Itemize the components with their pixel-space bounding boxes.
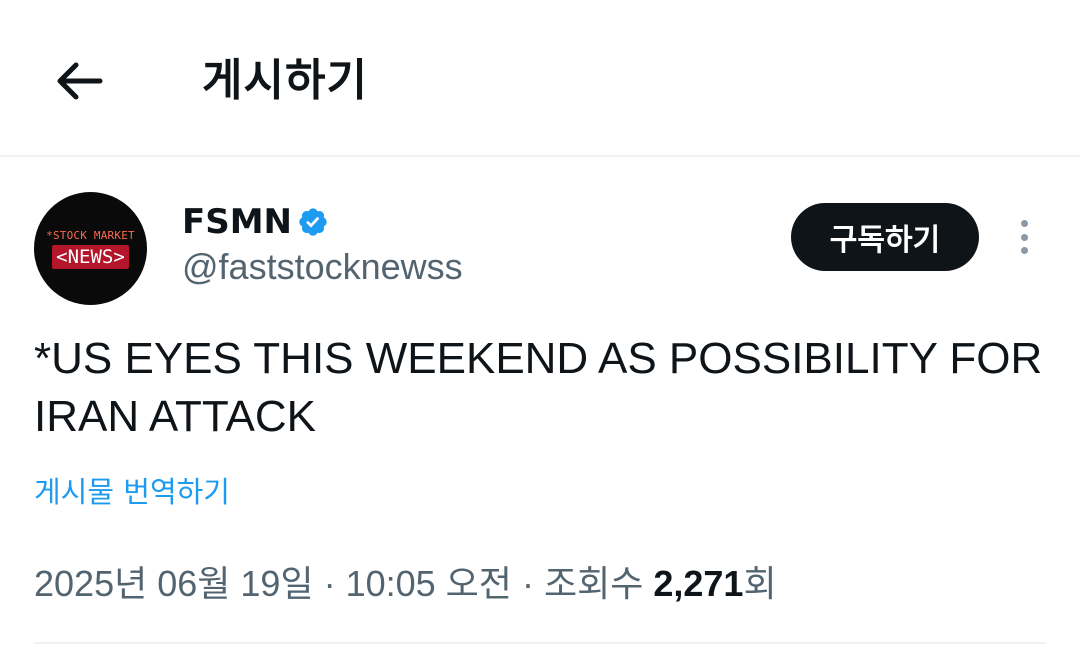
page-title: 게시하기	[202, 55, 368, 106]
top-bar: 게시하기	[0, 0, 1080, 157]
post-meta: 2025년 06월 19일 · 10:05 오전 · 조회수 2,271회	[34, 560, 777, 608]
views-suffix: 회	[743, 563, 777, 604]
divider	[34, 642, 1046, 644]
author-handle[interactable]: @faststocknewss	[182, 245, 463, 289]
avatar-top-text: *STOCK MARKET	[46, 228, 135, 242]
views-count: 2,271	[653, 563, 744, 604]
arrow-left-icon	[57, 62, 103, 100]
meta-separator: ·	[323, 563, 336, 604]
more-options-button[interactable]	[1006, 214, 1042, 260]
views-label: 조회수	[543, 563, 644, 604]
more-vertical-icon-dot	[1020, 247, 1028, 254]
more-vertical-icon-dot	[1020, 233, 1028, 241]
back-button[interactable]	[44, 48, 114, 114]
more-vertical-icon-dot	[1020, 220, 1028, 227]
post-time[interactable]: 10:05 오전	[346, 563, 512, 604]
avatar[interactable]: *STOCK MARKET <NEWS>	[34, 192, 147, 305]
author-name[interactable]: FSMN	[182, 200, 292, 244]
post-date[interactable]: 2025년 06월 19일	[34, 563, 314, 604]
avatar-news-text: <NEWS>	[52, 244, 129, 269]
post-text: *US EYES THIS WEEKEND AS POSSIBILITY FOR…	[34, 334, 1043, 441]
verified-badge-icon	[299, 208, 327, 236]
subscribe-button[interactable]: 구독하기	[791, 203, 979, 271]
meta-separator: ·	[521, 563, 534, 604]
translate-post-link[interactable]: 게시물 번역하기	[34, 472, 230, 512]
